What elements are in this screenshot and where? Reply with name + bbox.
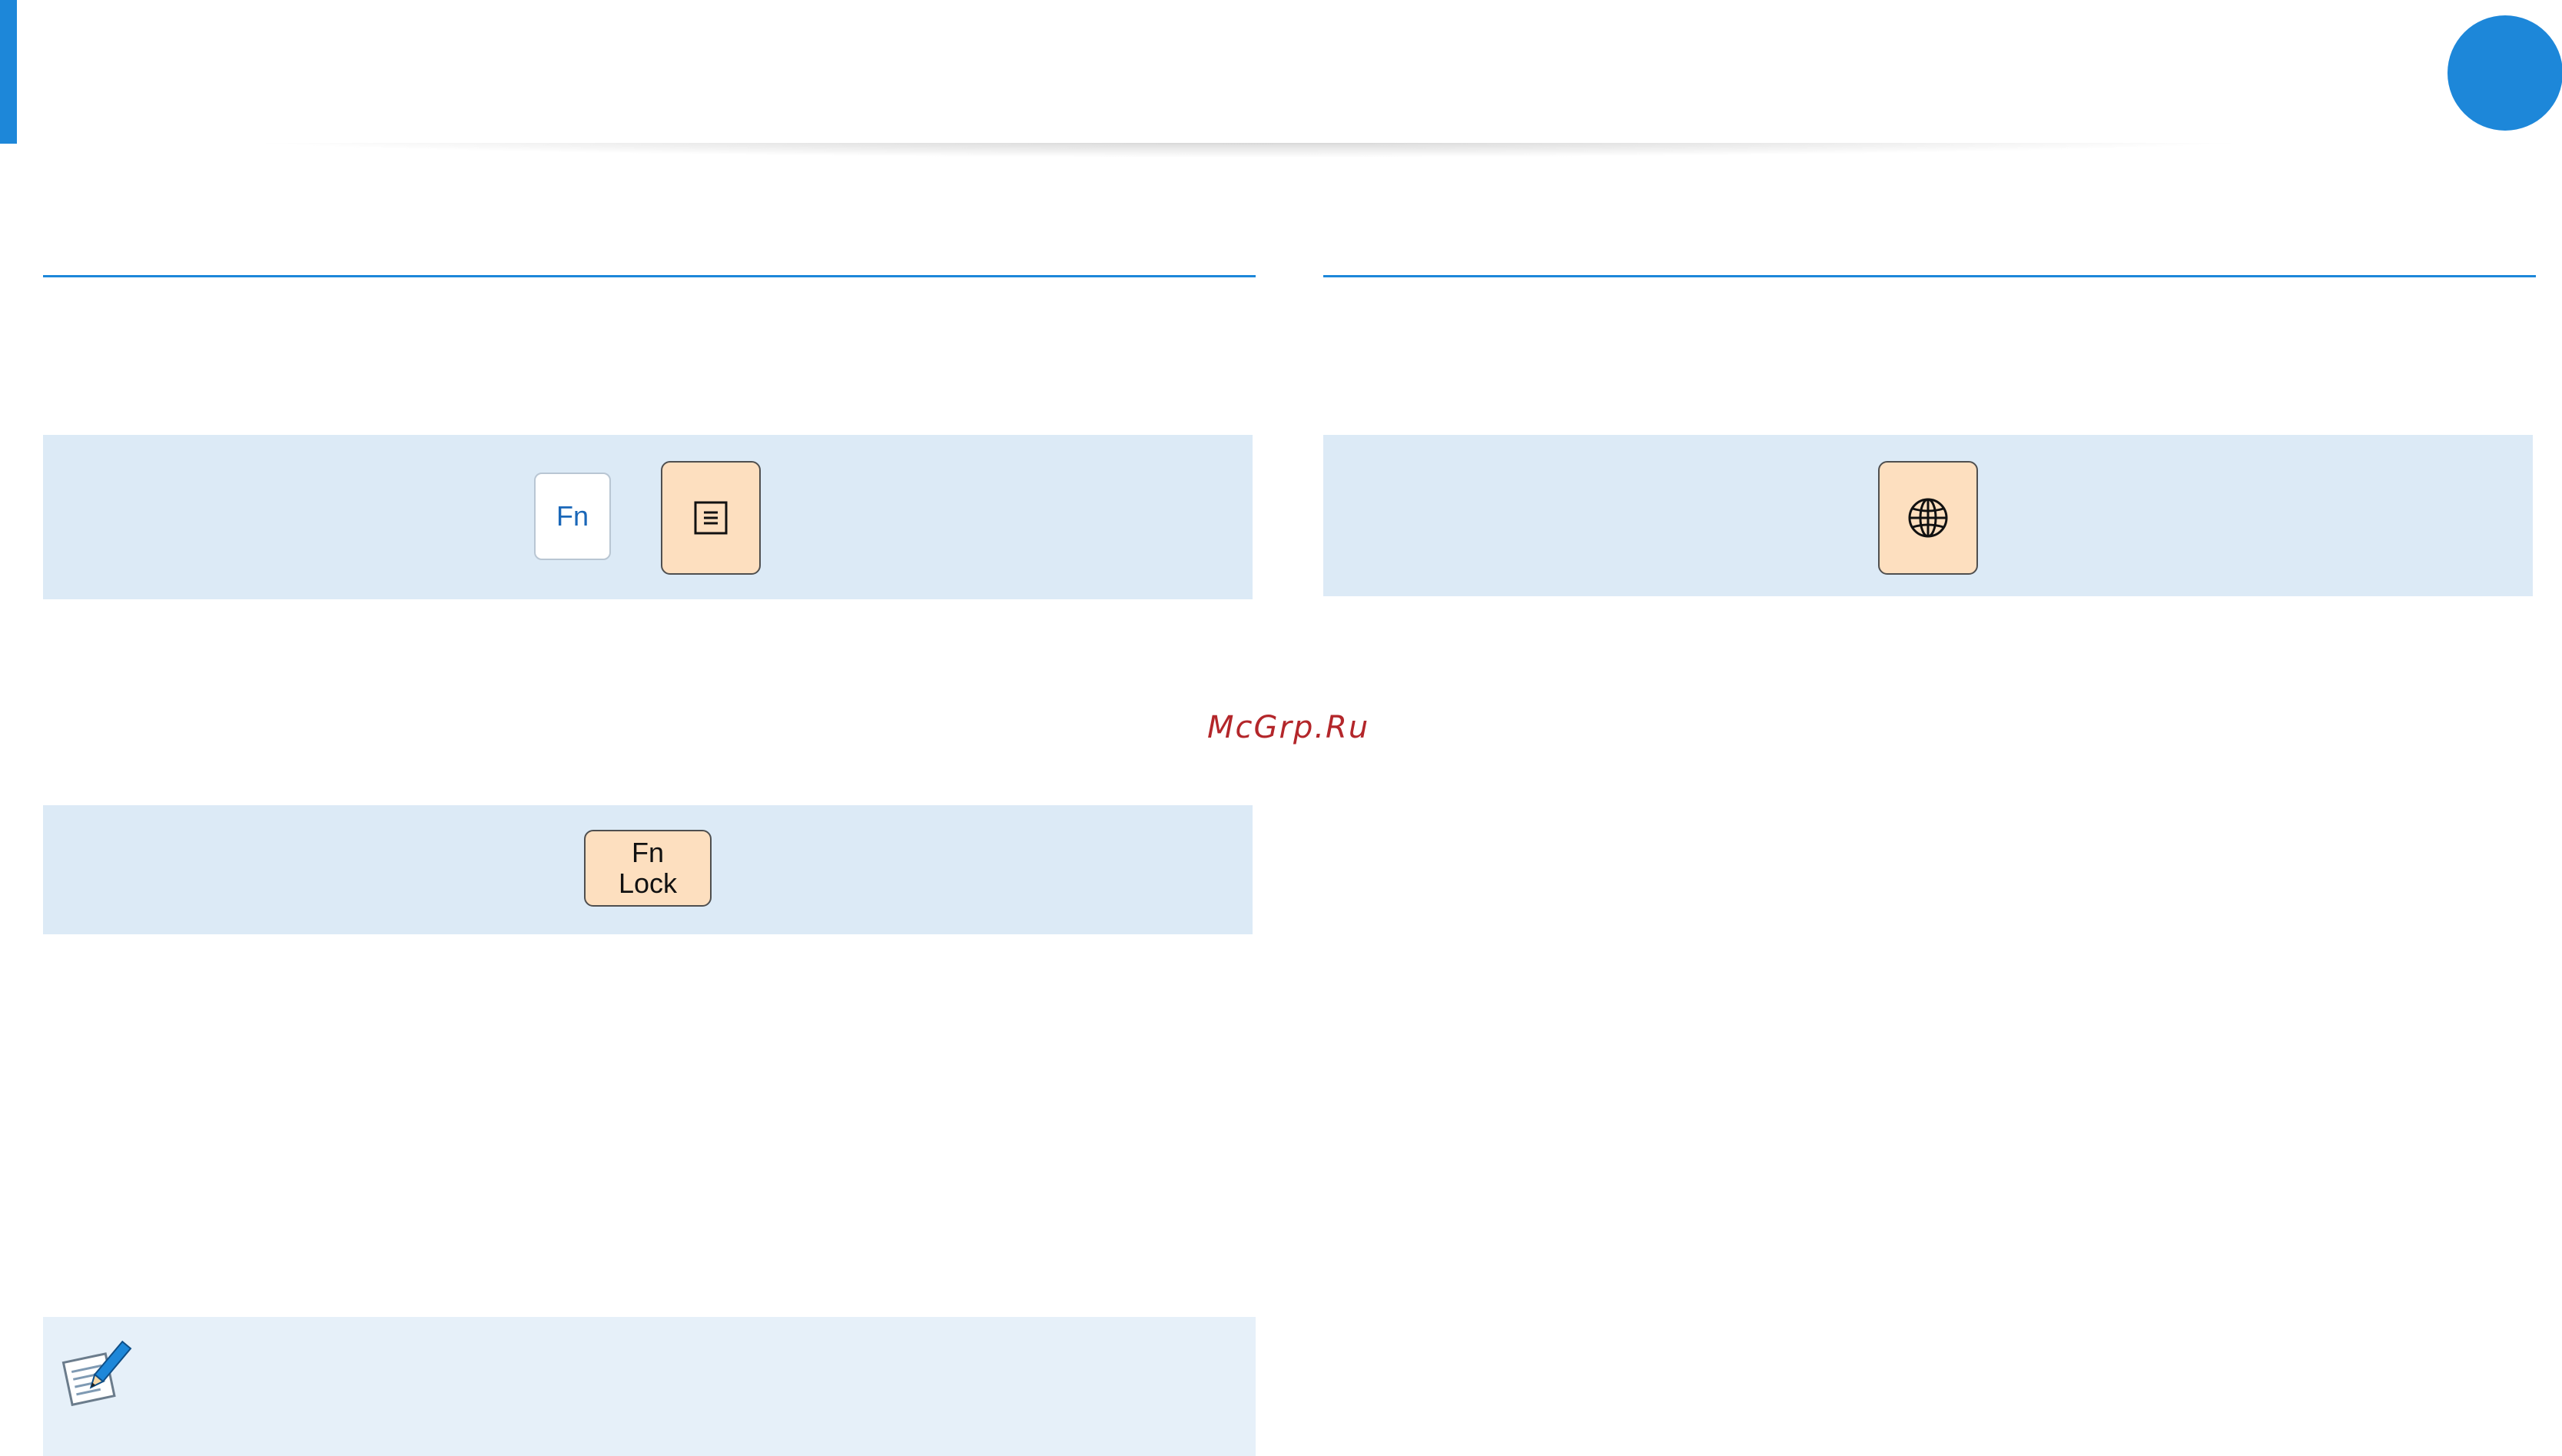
key-combo-panel-menu: [43, 435, 1253, 599]
page-number-badge: [2448, 15, 2562, 131]
watermark-text: McGrp.Ru: [1207, 710, 1370, 745]
note-pencil-icon: [61, 1340, 132, 1407]
fn-lock-key-line1: Fn: [631, 837, 664, 868]
page-header: [0, 0, 2497, 143]
menu-key-icon: [694, 501, 728, 535]
fn-key: Fn: [534, 473, 611, 560]
note-panel: [43, 1317, 1256, 1456]
header-accent-bar: [0, 0, 17, 144]
fn-lock-key-line2: Lock: [618, 867, 678, 899]
fn-lock-key: Fn Lock: [584, 830, 712, 907]
menu-key: [661, 461, 761, 575]
left-section-divider: [43, 275, 1256, 277]
fn-key-label: Fn: [556, 500, 589, 532]
globe-icon: [1908, 498, 1948, 538]
globe-key: [1878, 461, 1978, 575]
right-section-divider: [1323, 275, 2536, 277]
